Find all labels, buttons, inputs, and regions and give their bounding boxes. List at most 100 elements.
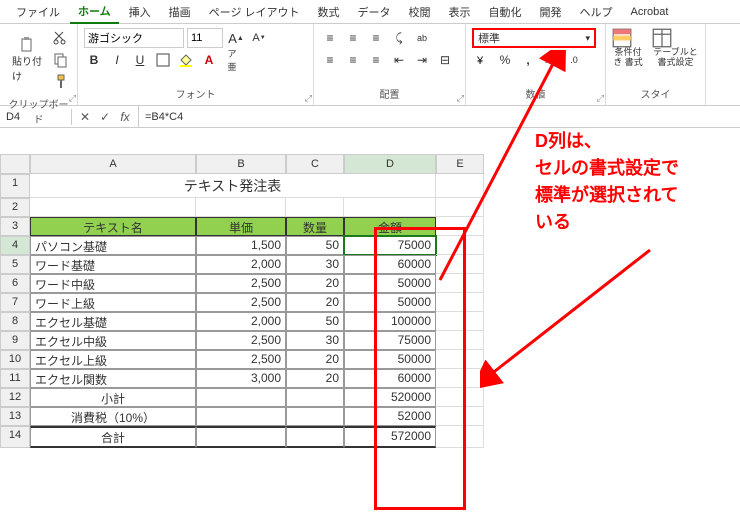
cell-C4[interactable]: 50: [286, 236, 344, 255]
font-size-select[interactable]: [187, 28, 223, 48]
cell-D9[interactable]: 75000: [344, 331, 436, 350]
fill-color-button[interactable]: [176, 50, 196, 70]
cell-A8[interactable]: エクセル基礎: [30, 312, 196, 331]
font-dialog-launcher[interactable]: ⤢: [305, 93, 312, 104]
accounting-format-button[interactable]: ¥: [472, 50, 492, 70]
select-all-corner[interactable]: [0, 154, 30, 174]
cancel-formula-button[interactable]: ✕: [76, 110, 94, 124]
cell-C6[interactable]: 20: [286, 274, 344, 293]
cell-E6[interactable]: [436, 274, 484, 293]
underline-button[interactable]: U: [130, 50, 150, 70]
cell-B11[interactable]: 3,000: [196, 369, 286, 388]
align-left-button[interactable]: ≡: [320, 50, 340, 70]
menu-formulas[interactable]: 数式: [310, 1, 348, 23]
row-header-7[interactable]: 7: [0, 293, 30, 312]
row-header-2[interactable]: 2: [0, 198, 30, 217]
number-dialog-launcher[interactable]: ⤢: [597, 93, 604, 104]
cell-C5[interactable]: 30: [286, 255, 344, 274]
align-bottom-button[interactable]: ≡: [366, 28, 386, 48]
bold-button[interactable]: B: [84, 50, 104, 70]
cell-E8[interactable]: [436, 312, 484, 331]
menu-draw[interactable]: 描画: [161, 1, 199, 23]
menu-acrobat[interactable]: Acrobat: [623, 3, 677, 21]
cell-A5[interactable]: ワード基礎: [30, 255, 196, 274]
row-header-8[interactable]: 8: [0, 312, 30, 331]
cell-E3[interactable]: [436, 217, 484, 236]
increase-indent-button[interactable]: ⇥: [412, 50, 432, 70]
ruby-button[interactable]: ア亜: [222, 50, 242, 70]
cell-B14[interactable]: [196, 426, 286, 448]
cell-E9[interactable]: [436, 331, 484, 350]
cell-A4[interactable]: パソコン基礎: [30, 236, 196, 255]
cell-hdr-name[interactable]: テキスト名: [30, 217, 196, 236]
cell-hdr-amount[interactable]: 金額: [344, 217, 436, 236]
fx-button[interactable]: fx: [116, 110, 134, 124]
format-painter-button[interactable]: [51, 72, 71, 92]
comma-button[interactable]: ,: [518, 50, 538, 70]
align-dialog-launcher[interactable]: ⤢: [457, 93, 464, 104]
increase-decimal-button[interactable]: .00: [541, 50, 561, 70]
cell-D5[interactable]: 60000: [344, 255, 436, 274]
cell-A6[interactable]: ワード中級: [30, 274, 196, 293]
menu-view[interactable]: 表示: [441, 1, 479, 23]
cell-A9[interactable]: エクセル中級: [30, 331, 196, 350]
cell-B2[interactable]: [196, 198, 286, 217]
row-header-6[interactable]: 6: [0, 274, 30, 293]
cut-button[interactable]: [51, 28, 71, 48]
cell-E2[interactable]: [436, 198, 484, 217]
cell-D6[interactable]: 50000: [344, 274, 436, 293]
cell-C12[interactable]: [286, 388, 344, 407]
row-header-14[interactable]: 14: [0, 426, 30, 448]
row-header-1[interactable]: 1: [0, 174, 30, 198]
clipboard-dialog-launcher[interactable]: ⤢: [69, 93, 76, 104]
menu-help[interactable]: ヘルプ: [572, 1, 621, 23]
orientation-button[interactable]: ⤹: [389, 28, 409, 48]
font-color-button[interactable]: A: [199, 50, 219, 70]
cell-A2[interactable]: [30, 198, 196, 217]
cell-C9[interactable]: 30: [286, 331, 344, 350]
cell-A10[interactable]: エクセル上級: [30, 350, 196, 369]
menu-file[interactable]: ファイル: [8, 1, 68, 23]
col-header-C[interactable]: C: [286, 154, 344, 174]
cell-A11[interactable]: エクセル関数: [30, 369, 196, 388]
row-header-4[interactable]: 4: [0, 236, 30, 255]
menu-home[interactable]: ホーム: [70, 0, 119, 24]
row-header-5[interactable]: 5: [0, 255, 30, 274]
cell-B8[interactable]: 2,000: [196, 312, 286, 331]
cell-D10[interactable]: 50000: [344, 350, 436, 369]
number-format-select[interactable]: 標準 ▾: [472, 28, 596, 48]
cell-B12[interactable]: [196, 388, 286, 407]
decrease-decimal-button[interactable]: .0: [564, 50, 584, 70]
decrease-font-button[interactable]: A▼: [249, 28, 269, 48]
paste-button[interactable]: 貼り付け: [6, 35, 48, 85]
italic-button[interactable]: I: [107, 50, 127, 70]
cell-hdr-price[interactable]: 単価: [196, 217, 286, 236]
font-name-select[interactable]: [84, 28, 184, 48]
align-top-button[interactable]: ≡: [320, 28, 340, 48]
cell-E4[interactable]: [436, 236, 484, 255]
menu-review[interactable]: 校閲: [401, 1, 439, 23]
cell-E14[interactable]: [436, 426, 484, 448]
cell-E13[interactable]: [436, 407, 484, 426]
cell-B5[interactable]: 2,000: [196, 255, 286, 274]
row-header-10[interactable]: 10: [0, 350, 30, 369]
menu-developer[interactable]: 開発: [532, 1, 570, 23]
col-header-A[interactable]: A: [30, 154, 196, 174]
cell-tax-amount[interactable]: 52000: [344, 407, 436, 426]
cell-hdr-qty[interactable]: 数量: [286, 217, 344, 236]
cell-B6[interactable]: 2,500: [196, 274, 286, 293]
cell-title[interactable]: テキスト発注表: [30, 174, 436, 198]
cell-E11[interactable]: [436, 369, 484, 388]
cell-C10[interactable]: 20: [286, 350, 344, 369]
cell-A7[interactable]: ワード上級: [30, 293, 196, 312]
cell-B7[interactable]: 2,500: [196, 293, 286, 312]
cell-C2[interactable]: [286, 198, 344, 217]
cell-E1[interactable]: [436, 174, 484, 198]
cell-D7[interactable]: 50000: [344, 293, 436, 312]
menu-pagelayout[interactable]: ページ レイアウト: [201, 1, 308, 23]
table-format-button[interactable]: テーブルと 書式設定: [652, 28, 699, 68]
cell-E10[interactable]: [436, 350, 484, 369]
decrease-indent-button[interactable]: ⇤: [389, 50, 409, 70]
cell-C13[interactable]: [286, 407, 344, 426]
cell-E12[interactable]: [436, 388, 484, 407]
